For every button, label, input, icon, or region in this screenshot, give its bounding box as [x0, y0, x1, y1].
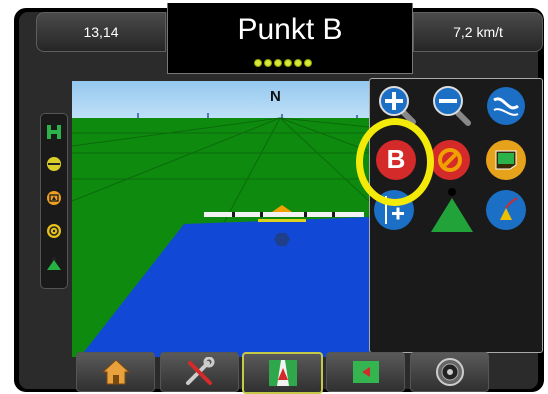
home-tab[interactable] [76, 352, 155, 392]
compass-north: N [270, 88, 281, 105]
gauge-icon [435, 358, 464, 386]
zoom-out-button[interactable] [428, 83, 472, 127]
guidance-mode-icon [487, 87, 525, 125]
signal-indicator [254, 59, 312, 67]
highlight-oval [356, 118, 434, 206]
steering-wheel-icon[interactable] [46, 223, 62, 239]
boundary-icon [486, 140, 526, 180]
field-map-icon [352, 361, 379, 383]
signal-dot [294, 59, 302, 67]
speed-readout[interactable]: 7,2 km/t [413, 12, 543, 52]
side-toolbar [40, 113, 68, 289]
boundary-button[interactable] [484, 138, 528, 182]
steering-icon[interactable] [46, 124, 62, 140]
guidance-tab[interactable] [242, 352, 323, 394]
signal-dot [284, 59, 292, 67]
guidance-icon [268, 360, 297, 386]
tools-icon [185, 357, 214, 385]
field-graphics [72, 113, 369, 357]
perspective-icon [486, 190, 526, 230]
vehicle-view-icon [431, 188, 473, 232]
cancel-icon [430, 140, 470, 180]
vehicle-icon[interactable] [46, 255, 62, 271]
tools-tab[interactable] [160, 352, 239, 392]
perspective-button[interactable] [484, 188, 528, 232]
boom-status-icon[interactable] [46, 190, 62, 206]
field-view[interactable]: N [72, 81, 369, 357]
area-readout[interactable]: 13,14 [36, 12, 166, 52]
zoom-out-icon [433, 86, 471, 126]
signal-dot [264, 59, 272, 67]
home-icon [101, 359, 130, 385]
cancel-button[interactable] [428, 138, 472, 182]
signal-dot [274, 59, 282, 67]
page-title: Punkt B [237, 13, 343, 46]
signal-dot [304, 59, 312, 67]
guidance-mode-button[interactable] [484, 84, 528, 128]
signal-dot [254, 59, 262, 67]
title-box: Punkt B [167, 3, 413, 74]
vehicle-view-button[interactable] [430, 186, 474, 232]
straight-line-icon[interactable] [46, 156, 62, 172]
field-map-tab[interactable] [326, 352, 405, 392]
gauge-tab[interactable] [410, 352, 489, 392]
